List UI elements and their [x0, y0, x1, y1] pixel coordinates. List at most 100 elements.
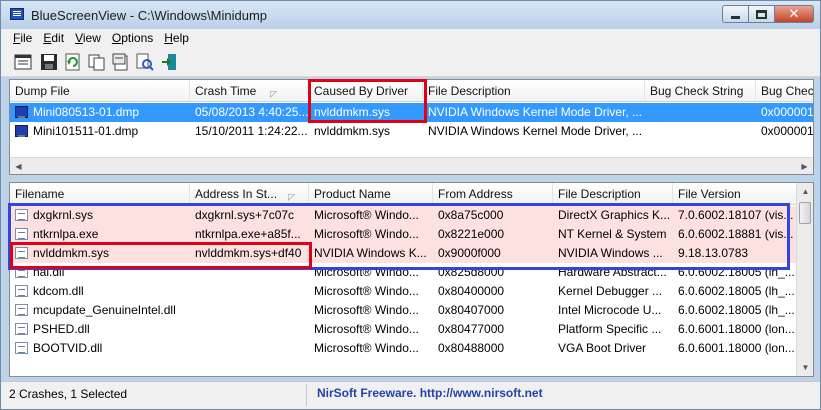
col-dump-file[interactable]: Dump File	[10, 80, 190, 102]
col-address-in-stack[interactable]: Address In St... ◸	[190, 183, 309, 205]
file-icon	[15, 266, 28, 278]
menu-help-key: H	[164, 31, 173, 45]
module-description: Hardware Abstract...	[558, 265, 667, 279]
col-from-address[interactable]: From Address	[433, 183, 553, 205]
menu-options[interactable]: Options	[108, 29, 160, 47]
menu-edit[interactable]: Edit	[39, 29, 71, 47]
status-count: 2 Crashes, 1 Selected	[9, 387, 128, 401]
module-from-address: 0x8a75c000	[438, 208, 504, 222]
module-description: Platform Specific ...	[558, 322, 662, 336]
module-row[interactable]: hal.dll Microsoft® Windo... 0x825d8000 Hard…	[10, 263, 797, 282]
scroll-up-icon[interactable]: ▲	[797, 183, 813, 200]
crash-bug-check-string	[645, 103, 756, 122]
crash-row[interactable]: Mini080513-01.dmp 05/08/2013 4:40:25... …	[10, 103, 813, 122]
menu-help-label: elp	[172, 31, 189, 45]
dump-file-icon	[15, 106, 28, 118]
scroll-left-icon[interactable]: ◀	[10, 158, 27, 174]
module-filename: PSHED.dll	[33, 322, 90, 336]
module-filename: BOOTVID.dll	[33, 341, 103, 355]
module-filename: nvlddmkm.sys	[33, 246, 110, 260]
module-product-name: Microsoft® Windo...	[314, 208, 419, 222]
module-description: VGA Boot Driver	[558, 341, 647, 355]
module-row[interactable]: BOOTVID.dll Microsoft® Windo... 0x80488000…	[10, 339, 797, 358]
module-product-name: NVIDIA Windows K...	[314, 246, 427, 260]
col-bug-check-string[interactable]: Bug Check String	[645, 80, 756, 102]
module-product-name: Microsoft® Windo...	[314, 265, 419, 279]
col-crash-time[interactable]: Crash Time ◸	[190, 80, 309, 102]
menu-help[interactable]: Help	[160, 29, 196, 47]
module-product-name: Microsoft® Windo...	[314, 303, 419, 317]
find-button[interactable]	[135, 52, 155, 72]
crash-list-hscrollbar[interactable]: ◀ ▶	[10, 157, 813, 174]
sort-descending-icon: ◸	[270, 89, 277, 99]
crash-bug-check-code: 0x0000011	[761, 105, 814, 119]
status-bar: 2 Crashes, 1 Selected NirSoft Freeware. …	[1, 381, 820, 409]
module-file-version: 6.0.6002.18005 (lh_...	[678, 303, 795, 317]
file-icon	[15, 228, 28, 240]
maximize-button[interactable]	[748, 5, 774, 23]
crash-time: 05/08/2013 4:40:25...	[195, 105, 309, 119]
module-address-in-stack: nvlddmkm.sys+df40	[195, 246, 302, 260]
refresh-icon	[65, 53, 80, 71]
report-icon	[112, 53, 128, 71]
close-icon: ✕	[788, 6, 800, 21]
properties-button[interactable]	[13, 52, 33, 72]
nirsoft-link[interactable]: NirSoft Freeware. http://www.nirsoft.net	[317, 386, 543, 400]
module-row[interactable]: PSHED.dll Microsoft® Windo... 0x80477000 Pl…	[10, 320, 797, 339]
module-row[interactable]: dxgkrnl.sys dxgkrnl.sys+7c07c Microsoft® W…	[10, 206, 797, 225]
maximize-icon	[756, 10, 767, 19]
module-description: NT Kernel & System	[558, 227, 667, 241]
report-button[interactable]	[111, 52, 131, 72]
module-row[interactable]: ntkrnlpa.exe ntkrnlpa.exe+a85f... Microsof…	[10, 225, 797, 244]
module-product-name: Microsoft® Windo...	[314, 284, 419, 298]
file-icon	[15, 247, 28, 259]
col-file-version[interactable]: File Version	[673, 183, 797, 205]
bluescreenview-window: BlueScreenView - C:\Windows\Minidump ✕ F…	[0, 0, 821, 410]
module-description: Kernel Debugger ...	[558, 284, 663, 298]
module-row[interactable]: mcupdate_GenuineIntel.dll Microsoft® Wind…	[10, 301, 797, 320]
crash-description: NVIDIA Windows Kernel Mode Driver, ...	[428, 105, 643, 119]
menu-view[interactable]: View	[71, 29, 108, 47]
module-address-in-stack	[190, 263, 309, 282]
menu-options-label: ptions	[121, 31, 154, 45]
col-module-description[interactable]: File Description	[553, 183, 673, 205]
file-icon	[15, 323, 28, 335]
crash-row[interactable]: Mini101511-01.dmp 15/10/2011 1:24:22... …	[10, 122, 813, 141]
module-filename: hal.dll	[33, 265, 65, 279]
crash-list-header: Dump File Crash Time ◸ Caused By Driver F…	[10, 80, 813, 102]
module-address-in-stack	[190, 320, 309, 339]
module-row[interactable]: nvlddmkm.sys nvlddmkm.sys+df40 NVIDIA Wind…	[10, 244, 797, 263]
col-caused-by-driver[interactable]: Caused By Driver	[309, 80, 423, 102]
module-from-address: 0x80407000	[438, 303, 505, 317]
crash-description: NVIDIA Windows Kernel Mode Driver, ...	[428, 124, 643, 138]
scroll-right-icon[interactable]: ▶	[796, 158, 813, 174]
refresh-button[interactable]	[63, 52, 83, 72]
module-filename: kdcom.dll	[33, 284, 84, 298]
scroll-down-icon[interactable]: ▼	[797, 359, 813, 376]
copy-button[interactable]	[87, 52, 107, 72]
module-description: NVIDIA Windows ...	[558, 246, 663, 260]
minimize-button[interactable]	[722, 5, 748, 23]
menu-view-label: iew	[82, 31, 101, 45]
title-bar[interactable]: BlueScreenView - C:\Windows\Minidump ✕	[1, 1, 820, 29]
module-file-version: 6.0.6001.18000 (lon...	[678, 322, 795, 336]
module-list-header: Filename Address In St... ◸ Product Name …	[10, 183, 797, 205]
module-from-address: 0x80477000	[438, 322, 505, 336]
window-controls: ✕	[722, 5, 814, 23]
col-filename[interactable]: Filename	[10, 183, 190, 205]
col-bug-check-code[interactable]: Bug Chec	[756, 80, 813, 102]
col-file-description[interactable]: File Description	[423, 80, 645, 102]
exit-button[interactable]	[159, 52, 179, 72]
module-row[interactable]: kdcom.dll Microsoft® Windo... 0x80400000 Ke…	[10, 282, 797, 301]
module-file-version: 9.18.13.0783	[678, 246, 749, 260]
module-list: Filename Address In St... ◸ Product Name …	[9, 182, 814, 377]
scroll-thumb[interactable]	[799, 202, 811, 224]
save-button[interactable]	[39, 52, 59, 72]
module-product-name: Microsoft® Windo...	[314, 227, 419, 241]
module-from-address: 0x80400000	[438, 284, 505, 298]
close-button[interactable]: ✕	[774, 5, 814, 23]
menu-file[interactable]: File	[9, 29, 39, 47]
col-product-name[interactable]: Product Name	[309, 183, 433, 205]
module-address-in-stack	[190, 301, 309, 320]
module-list-vscrollbar[interactable]: ▲ ▼	[796, 183, 813, 376]
